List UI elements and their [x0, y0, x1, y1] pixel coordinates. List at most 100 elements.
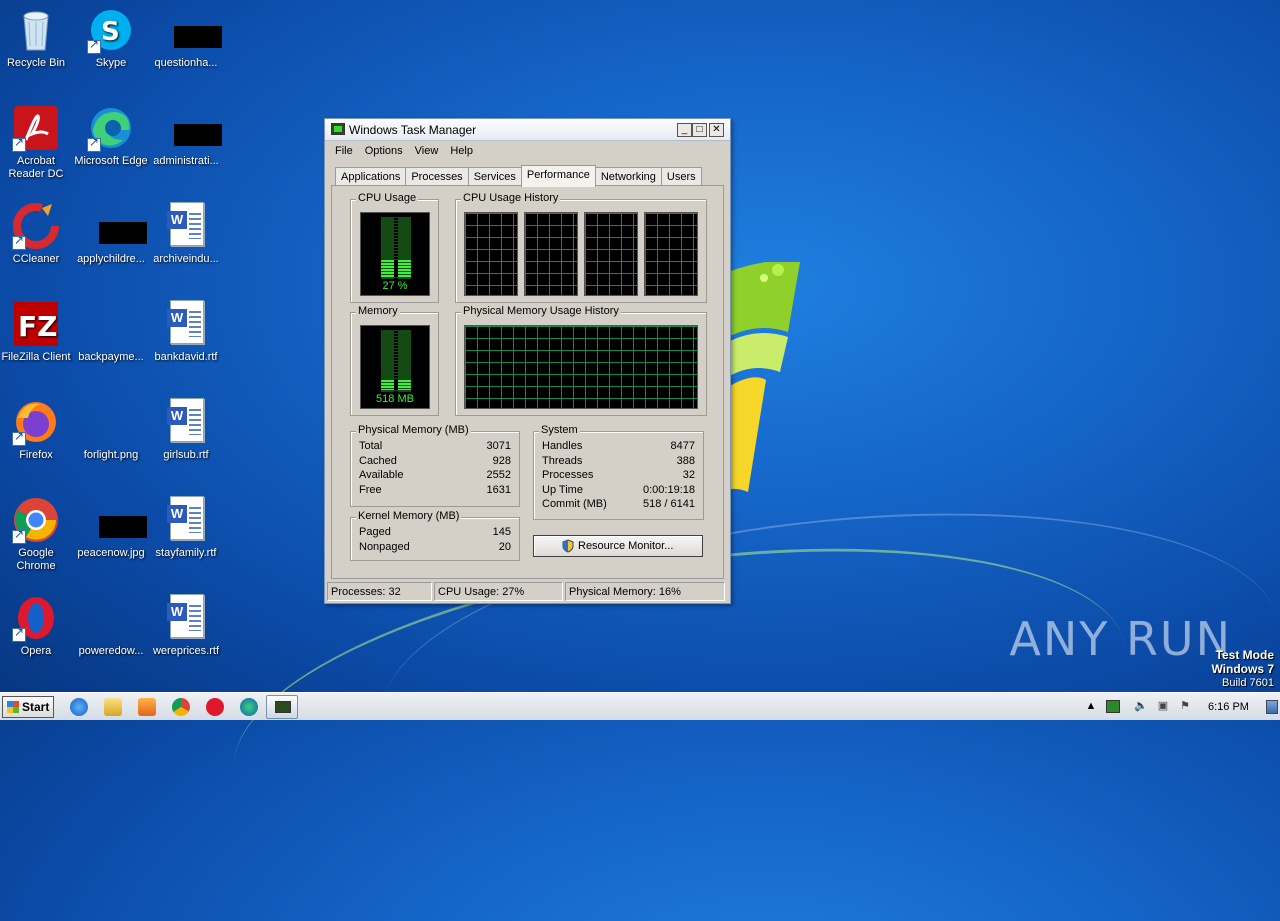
desktop-icon-skype[interactable]: S Skype	[73, 6, 149, 70]
minimize-button[interactable]: _	[677, 123, 692, 137]
tab-users[interactable]: Users	[660, 167, 702, 186]
chrome-taskbar-icon[interactable]	[172, 698, 190, 716]
menu-options[interactable]: Options	[359, 145, 409, 157]
action-center-flag-icon[interactable]: ⚑	[1178, 700, 1192, 713]
desktop-icon-acrobat[interactable]: Acrobat Reader DC	[0, 104, 74, 181]
menu-file[interactable]: File	[329, 145, 359, 157]
window-title: Windows Task Manager	[349, 123, 477, 137]
desktop-icon-poweredow[interactable]: poweredow...	[73, 594, 149, 658]
file-icon	[162, 6, 222, 54]
file-icon	[87, 202, 147, 250]
start-label: Start	[22, 700, 50, 714]
resource-monitor-button[interactable]: Resource Monitor...	[533, 535, 703, 557]
menu-bar: File Options View Help	[325, 141, 730, 161]
system-tray: ▲ 🔈 ▣ ⚑ 6:16 PM	[1080, 694, 1280, 720]
desktop-icon-bankdavid[interactable]: W bankdavid.rtf	[148, 300, 224, 364]
task-manager-taskbar-button[interactable]	[266, 695, 298, 719]
menu-view[interactable]: View	[409, 145, 445, 157]
stat-row: Processes 32	[542, 469, 695, 484]
edge-icon	[87, 104, 135, 152]
desktop-icon-chrome[interactable]: Google Chrome	[0, 496, 74, 573]
acrobat-icon	[12, 104, 60, 152]
desktop-icon-archiveindu[interactable]: W archiveindu...	[148, 202, 224, 266]
skype-icon: S	[87, 6, 135, 54]
desktop-icon-label: Google Chrome	[16, 547, 56, 572]
system-title: System	[539, 424, 580, 436]
task-manager-window[interactable]: Windows Task Manager _ □ ✕ File Options …	[324, 118, 731, 604]
stat-value: 928	[492, 454, 511, 467]
cpu-core-graph	[644, 212, 698, 296]
chrome-icon	[12, 496, 60, 544]
desktop-icon-questionha[interactable]: questionha...	[148, 6, 224, 70]
desktop-icon-girlsub[interactable]: W girlsub.rtf	[148, 398, 224, 462]
opera-icon	[12, 594, 60, 642]
stat-row: Nonpaged 20	[359, 541, 511, 556]
desktop-icon-applychildre[interactable]: applychildre...	[73, 202, 149, 266]
cpu-usage-meter: 27 %	[360, 212, 430, 296]
stat-label: Nonpaged	[359, 540, 410, 553]
word-document-icon: W	[162, 398, 210, 446]
stat-value: 1631	[486, 483, 511, 496]
maximize-button[interactable]: □	[692, 123, 707, 137]
network-icon[interactable]: ▣	[1156, 700, 1170, 713]
test-mode-line3: Build 7601	[1222, 677, 1274, 689]
memory-title: Memory	[356, 305, 400, 317]
show-desktop-button[interactable]	[1266, 700, 1278, 714]
shortcut-arrow-icon	[12, 528, 26, 544]
tab-networking[interactable]: Networking	[594, 167, 662, 186]
desktop-icon-wereprices[interactable]: W wereprices.rtf	[148, 594, 224, 658]
task-manager-tray-icon[interactable]	[1106, 700, 1120, 713]
desktop-icon-administrati[interactable]: administrati...	[148, 104, 224, 168]
desktop-icon-opera[interactable]: Opera	[0, 594, 74, 658]
stat-label: Handles	[542, 440, 583, 452]
desktop-icon-forlight[interactable]: forlight.png	[73, 398, 149, 462]
internet-explorer-icon[interactable]	[70, 698, 88, 716]
desktop-icon-peacenow[interactable]: peacenow.jpg	[73, 496, 149, 560]
file-explorer-icon[interactable]	[104, 698, 122, 716]
volume-icon[interactable]: 🔈	[1134, 700, 1148, 713]
show-hidden-icons-icon[interactable]: ▲	[1084, 700, 1098, 713]
stat-row: Commit (MB) 518 / 6141	[542, 498, 695, 513]
title-bar[interactable]: Windows Task Manager _ □ ✕	[325, 119, 730, 141]
file-icon	[87, 594, 135, 642]
stat-label: Up Time	[542, 483, 583, 496]
desktop-icon-recycle-bin[interactable]: Recycle Bin	[0, 6, 74, 70]
file-icon	[87, 300, 135, 348]
shortcut-arrow-icon	[87, 38, 101, 54]
desktop-icon-label: poweredow...	[78, 645, 144, 657]
opera-taskbar-icon[interactable]	[206, 698, 224, 716]
stat-value: 388	[676, 454, 695, 467]
stat-label: Total	[359, 440, 383, 452]
tab-performance[interactable]: Performance	[520, 165, 596, 187]
svg-text:S: S	[101, 17, 120, 47]
desktop-icon-label: wereprices.rtf	[152, 645, 220, 657]
desktop-icon-ccleaner[interactable]: CCleaner	[0, 202, 74, 266]
shortcut-arrow-icon	[12, 136, 26, 152]
desktop-icon-label: forlight.png	[83, 449, 139, 461]
tab-processes[interactable]: Processes	[405, 167, 469, 186]
tab-strip: Applications Processes Services Performa…	[335, 165, 702, 187]
desktop-icon-backpayme[interactable]: backpayme...	[73, 300, 149, 364]
edge-taskbar-icon[interactable]	[240, 698, 258, 716]
windows-logo-wallpaper	[728, 262, 800, 492]
recycle-bin-icon	[12, 6, 60, 54]
close-button[interactable]: ✕	[709, 123, 724, 137]
stat-row: Available 2552	[359, 469, 511, 484]
desktop-icon-stayfamily[interactable]: W stayfamily.rtf	[148, 496, 224, 560]
test-mode-line1: Test Mode	[1215, 648, 1274, 662]
desktop-icon-edge[interactable]: Microsoft Edge	[73, 104, 149, 168]
stat-label: Free	[359, 483, 382, 496]
tab-services[interactable]: Services	[467, 167, 522, 186]
svg-text:FZ: FZ	[18, 310, 57, 343]
windows-flag-icon	[7, 701, 19, 713]
shortcut-arrow-icon	[12, 430, 26, 446]
desktop-icon-filezilla[interactable]: FZ FileZilla Client	[0, 300, 74, 364]
tab-applications[interactable]: Applications	[335, 167, 407, 186]
clock[interactable]: 6:16 PM	[1208, 701, 1249, 713]
anyrun-watermark: ANY RUN	[1009, 612, 1232, 666]
media-player-icon[interactable]	[138, 698, 156, 716]
desktop-icon-firefox[interactable]: Firefox	[0, 398, 74, 462]
menu-help[interactable]: Help	[444, 145, 479, 157]
start-button[interactable]: Start	[2, 696, 54, 718]
memory-meter: 518 MB	[360, 325, 430, 409]
